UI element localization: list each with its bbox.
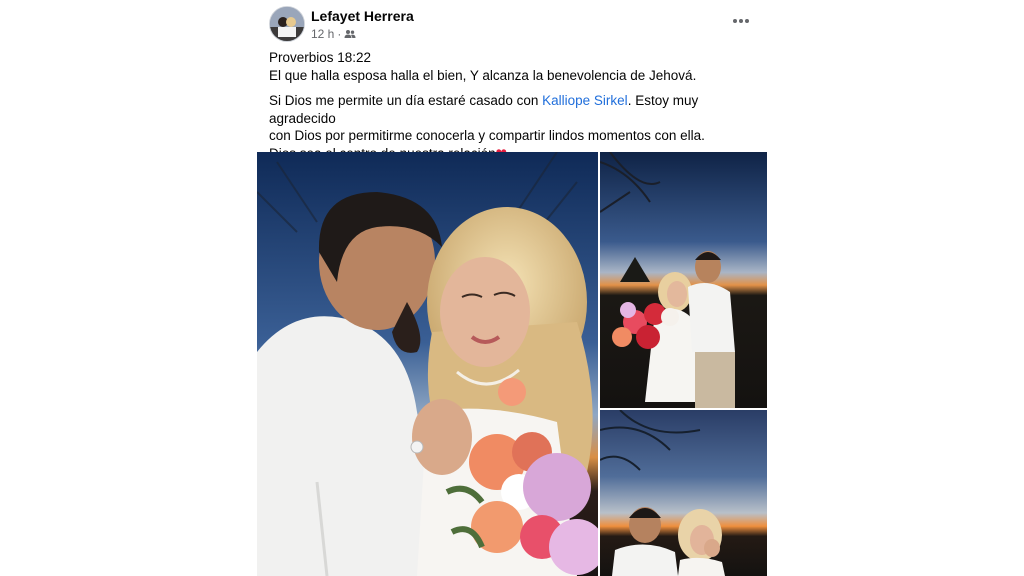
author-avatar[interactable] (269, 6, 305, 42)
photo-grid (257, 152, 767, 576)
friends-icon[interactable] (344, 28, 356, 40)
verse-text: El que halla esposa halla el bien, Y alc… (269, 67, 697, 83)
message-line1-start: Si Dios me permite un día estaré casado … (269, 93, 543, 108)
more-options-icon[interactable] (727, 11, 755, 31)
couple-sunset-photo[interactable] (600, 410, 767, 576)
tagged-person-link[interactable]: Kalliope Sirkel (542, 93, 628, 108)
couple-kiss-photo[interactable] (257, 152, 598, 576)
facebook-post: Lefayet Herrera 12 h · Proverbios 18:22 … (257, 0, 767, 576)
verse-paragraph: Proverbios 18:22 El que halla esposa hal… (269, 49, 755, 84)
post-meta: 12 h · (311, 27, 356, 41)
verse-reference: Proverbios 18:22 (269, 50, 372, 65)
meta-separator: · (337, 27, 342, 41)
author-name[interactable]: Lefayet Herrera (311, 8, 414, 24)
post-time[interactable]: 12 h (311, 27, 334, 41)
message-line2: con Dios por permitirme conocerla y comp… (269, 128, 705, 143)
post-header: Lefayet Herrera 12 h · (269, 5, 755, 45)
couple-bouquet-photo[interactable] (600, 152, 767, 408)
